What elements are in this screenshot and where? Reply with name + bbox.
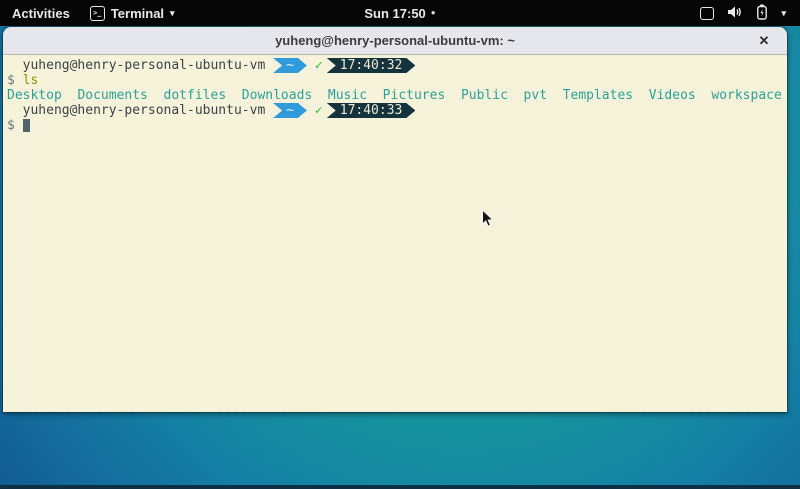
screen-icon bbox=[700, 7, 714, 20]
prompt-symbol: $ bbox=[7, 73, 15, 88]
ls-output-line: Desktop Documents dotfiles Downloads Mus… bbox=[7, 88, 785, 103]
directory-name: Videos bbox=[649, 88, 696, 103]
prompt-symbol: $ bbox=[7, 118, 15, 133]
prompt-time-segment: 17:40:32 bbox=[327, 58, 416, 73]
chevron-down-icon: ▾ bbox=[170, 9, 175, 18]
directory-name: pvt bbox=[524, 88, 547, 103]
directory-name: Pictures bbox=[383, 88, 446, 103]
prompt-status-check-icon: ✓ bbox=[315, 58, 323, 73]
terminal-screen[interactable]: yuheng@henry-personal-ubuntu-vm ~ ✓ 17:4… bbox=[3, 55, 787, 412]
prompt-cwd-segment: ~ bbox=[273, 58, 307, 73]
directory-name: Downloads bbox=[242, 88, 312, 103]
clock-button[interactable]: Sun 17:50 bbox=[364, 6, 425, 21]
prompt-time-segment: 17:40:33 bbox=[327, 103, 416, 118]
directory-name: workspace bbox=[711, 88, 781, 103]
directory-name: Music bbox=[328, 88, 367, 103]
directory-name: dotfiles bbox=[164, 88, 227, 103]
input-line[interactable]: $ bbox=[7, 118, 785, 133]
prompt-line-1: yuheng@henry-personal-ubuntu-vm ~ ✓ 17:4… bbox=[7, 58, 785, 73]
mouse-cursor-icon bbox=[481, 209, 494, 233]
battery-charging-icon bbox=[756, 4, 768, 23]
system-status-menu[interactable]: ▾ bbox=[700, 0, 800, 26]
activities-button[interactable]: Activities bbox=[0, 0, 82, 26]
app-menu-terminal[interactable]: >_ Terminal ▾ bbox=[82, 0, 183, 26]
volume-icon bbox=[727, 5, 743, 22]
typed-command: ls bbox=[23, 73, 39, 88]
desktop-bottom-edge bbox=[0, 485, 800, 489]
app-menu-label: Terminal bbox=[111, 6, 164, 21]
notification-dot-icon: ● bbox=[431, 9, 436, 17]
prompt-cwd-segment: ~ bbox=[273, 103, 307, 118]
window-titlebar[interactable]: yuheng@henry-personal-ubuntu-vm: ~ ✕ bbox=[3, 27, 787, 55]
prompt-status-check-icon: ✓ bbox=[315, 103, 323, 118]
terminal-icon: >_ bbox=[90, 6, 105, 21]
prompt-user-host: yuheng@henry-personal-ubuntu-vm bbox=[7, 58, 265, 73]
top-bar: Activities >_ Terminal ▾ Sun 17:50 ● ▾ bbox=[0, 0, 800, 26]
directory-name: Documents bbox=[77, 88, 147, 103]
directory-name: Public bbox=[461, 88, 508, 103]
close-icon[interactable]: ✕ bbox=[751, 27, 777, 54]
prompt-line-2: yuheng@henry-personal-ubuntu-vm ~ ✓ 17:4… bbox=[7, 103, 785, 118]
directory-name: Desktop bbox=[7, 88, 62, 103]
chevron-down-icon: ▾ bbox=[781, 8, 786, 19]
directory-name: Templates bbox=[563, 88, 633, 103]
window-title: yuheng@henry-personal-ubuntu-vm: ~ bbox=[275, 33, 515, 48]
prompt-user-host: yuheng@henry-personal-ubuntu-vm bbox=[7, 103, 265, 118]
terminal-window: yuheng@henry-personal-ubuntu-vm: ~ ✕ yuh… bbox=[3, 27, 787, 412]
command-line: $ ls bbox=[7, 73, 785, 88]
terminal-cursor bbox=[23, 119, 30, 132]
